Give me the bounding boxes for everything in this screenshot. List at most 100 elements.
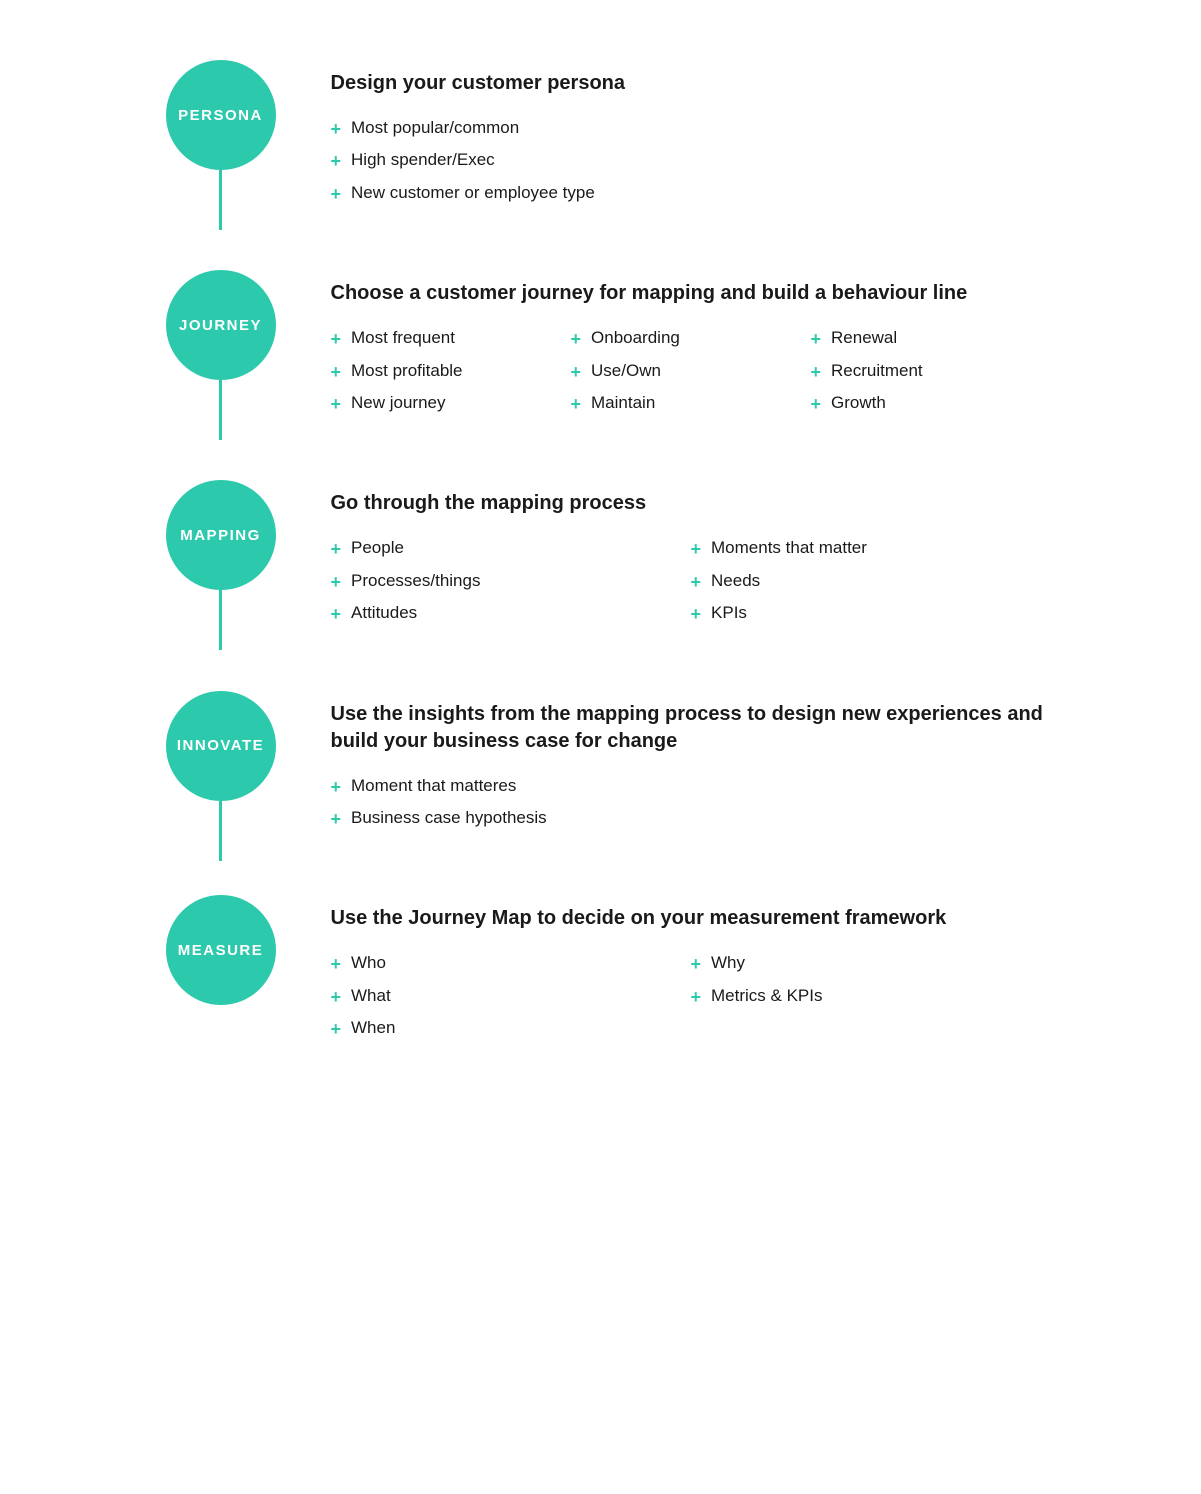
list-item-text: New customer or employee type <box>351 178 595 209</box>
list-item-text: Growth <box>831 388 886 419</box>
list-item: + Most popular/common <box>331 113 1051 145</box>
list-item-text: Most frequent <box>351 323 455 354</box>
bullet-plus-icon: + <box>331 803 342 835</box>
left-col-journey: JOURNEY <box>151 270 291 440</box>
bullet-plus-icon: + <box>331 598 342 630</box>
bullet-plus-icon: + <box>331 1013 342 1045</box>
bullet-plus-icon: + <box>811 323 822 355</box>
list-item-text: Use/Own <box>591 356 661 387</box>
list-item-text: Business case hypothesis <box>351 803 547 834</box>
circle-label-measure: MEASURE <box>178 942 264 959</box>
list-item: + Onboarding <box>571 323 811 355</box>
bullet-plus-icon: + <box>691 598 702 630</box>
left-col-innovate: INNOVATE <box>151 691 291 861</box>
bullet-plus-icon: + <box>571 323 582 355</box>
list-item-text: Most popular/common <box>351 113 519 144</box>
title-mapping: Go through the mapping process <box>331 490 1051 517</box>
bullet-plus-icon: + <box>331 178 342 210</box>
circle-label-innovate: INNOVATE <box>177 737 264 754</box>
ul-col-1: +People+Processes/things+Attitudes <box>331 533 691 630</box>
bullet-plus-icon: + <box>331 113 342 145</box>
bullet-plus-icon: + <box>691 981 702 1013</box>
step-persona: PERSONA Design your customer persona + Most… <box>151 60 1051 270</box>
list-item-text: Moment that matteres <box>351 771 516 802</box>
step-measure: MEASURE Use the Journey Map to decide on … <box>151 895 1051 1105</box>
list-item-text: Moments that matter <box>711 533 867 564</box>
list-item-text: Attitudes <box>351 598 417 629</box>
content-persona: Design your customer persona + Most popula… <box>291 60 1051 270</box>
title-persona: Design your customer persona <box>331 70 1051 97</box>
list-item: + Processes/things <box>331 566 691 598</box>
bullet-plus-icon: + <box>691 566 702 598</box>
list-item-text: What <box>351 981 391 1012</box>
bullet-plus-icon: + <box>331 771 342 803</box>
list-item-text: Maintain <box>591 388 655 419</box>
list-item: + Attitudes <box>331 598 691 630</box>
list-item: +KPIs <box>691 598 1051 630</box>
list-item: + High spender/Exec <box>331 145 1051 177</box>
list-item-text: When <box>351 1013 395 1044</box>
list-col-2-measure: +Why+ Metrics & KPIs <box>691 948 1051 1045</box>
list-item: + Metrics & KPIs <box>691 981 1051 1013</box>
bullet-plus-icon: + <box>811 388 822 420</box>
ul-col-2: +Why+ Metrics & KPIs <box>691 948 1051 1013</box>
list-col-2-mapping: + Moments that matter + Needs+KPIs <box>691 533 1051 630</box>
list-item: + What <box>331 981 691 1013</box>
ul-col-2: + Moments that matter + Needs+KPIs <box>691 533 1051 630</box>
bullet-plus-icon: + <box>331 388 342 420</box>
list-item: + New customer or employee type <box>331 178 1051 210</box>
list-item-text: Needs <box>711 566 760 597</box>
bullet-plus-icon: + <box>331 566 342 598</box>
list-item: +People <box>331 533 691 565</box>
step-innovate: INNOVATE Use the insights from the mappin… <box>151 691 1051 896</box>
bullet-plus-icon: + <box>331 356 342 388</box>
list-item-text: Why <box>711 948 745 979</box>
bullet-plus-icon: + <box>331 981 342 1013</box>
list-col-1-mapping: +People+Processes/things+Attitudes <box>331 533 691 630</box>
list-item: +Why <box>691 948 1051 980</box>
left-col-measure: MEASURE <box>151 895 291 1005</box>
title-innovate: Use the insights from the mapping proces… <box>331 701 1051 755</box>
bullet-plus-icon: + <box>331 323 342 355</box>
circle-label-persona: PERSONA <box>178 107 263 124</box>
left-col-mapping: MAPPING <box>151 480 291 650</box>
list-persona: + Most popular/common + High spender/Exec + N… <box>331 113 1051 210</box>
ul-col-3: + Renewal+Recruitment+ Growth <box>811 323 1051 420</box>
list-item-text: Renewal <box>831 323 897 354</box>
ul-col-2: + Onboarding + Use/Own + Maintain <box>571 323 811 420</box>
list-item-text: High spender/Exec <box>351 145 495 176</box>
circle-label-journey: JOURNEY <box>179 317 262 334</box>
list-item-text: Processes/things <box>351 566 480 597</box>
list-item: + Most frequent <box>331 323 571 355</box>
bullet-plus-icon: + <box>571 388 582 420</box>
list-item: + When <box>331 1013 691 1045</box>
list-item: + Growth <box>811 388 1051 420</box>
connector-journey <box>219 380 222 440</box>
list-item-text: Onboarding <box>591 323 680 354</box>
connector-innovate <box>219 801 222 861</box>
multi-list-mapping: +People+Processes/things+Attitudes+Momen… <box>331 533 1051 630</box>
circle-mapping: MAPPING <box>166 480 276 590</box>
list-col-1-journey: + Most frequent+Most profitable+New journ… <box>331 323 571 420</box>
list-item: +Most profitable <box>331 356 571 388</box>
list-item-text: Metrics & KPIs <box>711 981 822 1012</box>
bullet-plus-icon: + <box>331 533 342 565</box>
bullet-plus-icon: + <box>571 356 582 388</box>
circle-innovate: INNOVATE <box>166 691 276 801</box>
connector-persona <box>219 170 222 230</box>
left-col-persona: PERSONA <box>151 60 291 230</box>
list-innovate: + Moment that matteres + Business case hypo… <box>331 771 1051 836</box>
bullet-plus-icon: + <box>331 145 342 177</box>
connector-mapping <box>219 590 222 650</box>
list-item: +New journey <box>331 388 571 420</box>
circle-journey: JOURNEY <box>166 270 276 380</box>
multi-list-journey: + Most frequent+Most profitable+New journ… <box>331 323 1051 420</box>
list-item: +Recruitment <box>811 356 1051 388</box>
list-item: + Moment that matteres <box>331 771 1051 803</box>
list-col-2-journey: + Onboarding + Use/Own + Maintain <box>571 323 811 420</box>
title-measure: Use the Journey Map to decide on your me… <box>331 905 1051 932</box>
circle-measure: MEASURE <box>166 895 276 1005</box>
ul-col-1: +Who+What+When <box>331 948 691 1045</box>
list-item: + Use/Own <box>571 356 811 388</box>
multi-list-measure: +Who+What+When+Why+Metrics & KPIs <box>331 948 1051 1045</box>
